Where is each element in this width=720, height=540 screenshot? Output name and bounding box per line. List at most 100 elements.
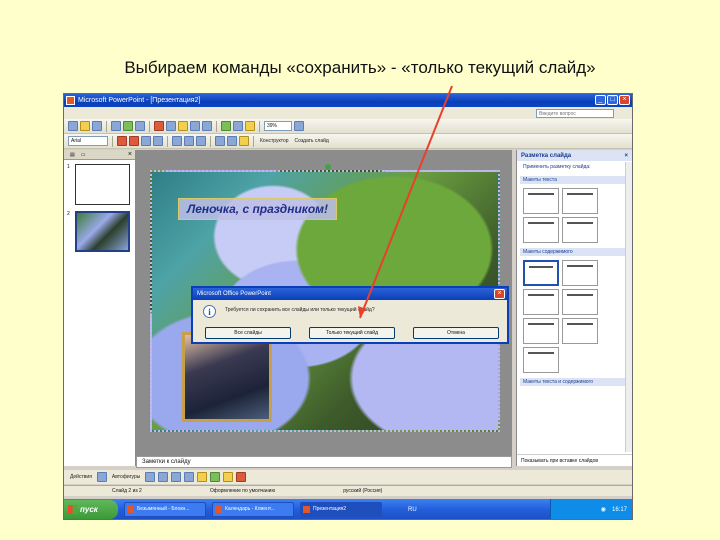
new-slide-button[interactable]: Создать слайд: [293, 138, 331, 144]
clipart-icon[interactable]: [210, 472, 221, 482]
notes-pane[interactable]: Заметки к слайду: [136, 456, 512, 468]
layout-thumbnail[interactable]: [562, 318, 598, 344]
rotate-handle[interactable]: [325, 164, 331, 170]
spelling-icon[interactable]: [135, 121, 145, 131]
preview-icon[interactable]: [123, 121, 133, 131]
image-icon[interactable]: [245, 121, 255, 131]
start-button[interactable]: пуск: [64, 500, 118, 519]
status-language: русский (Россия): [343, 488, 383, 494]
font-color-icon[interactable]: [239, 136, 249, 146]
taskbar-item[interactable]: Безымянный - Блокн...: [124, 502, 206, 517]
window-controls: _ □ ×: [595, 95, 630, 105]
task-pane-scrollbar[interactable]: [625, 162, 632, 452]
powerpoint-window: Microsoft PowerPoint - [Презентация2] _ …: [63, 93, 633, 520]
layout-thumbnail[interactable]: [562, 217, 598, 243]
layout-thumbnail[interactable]: [562, 260, 598, 286]
slide-number: 1: [67, 164, 70, 170]
close-icon[interactable]: ×: [619, 95, 630, 105]
designer-button[interactable]: Конструктор: [258, 138, 291, 144]
layout-thumbnail[interactable]: [523, 347, 559, 373]
actions-menu[interactable]: Действия: [68, 474, 94, 480]
task-pane: Разметка слайда × Применить разметку сла…: [516, 150, 632, 466]
layout-section-title: Макеты текста: [520, 176, 629, 184]
close-icon[interactable]: ×: [128, 151, 132, 158]
layout-thumbnail[interactable]: [523, 318, 559, 344]
language-indicator[interactable]: RU: [408, 507, 417, 513]
toolbar-separator: [112, 135, 113, 147]
help-icon[interactable]: [294, 121, 304, 131]
zoom-select[interactable]: 39%: [264, 121, 292, 131]
textbox-icon[interactable]: [197, 472, 208, 482]
align-right-icon[interactable]: [196, 136, 206, 146]
slide-thumbnail-2[interactable]: [75, 211, 130, 252]
help-search-input[interactable]: Введите вопрос: [536, 109, 614, 118]
print-icon[interactable]: [111, 121, 121, 131]
slide-photo[interactable]: [182, 332, 272, 422]
tab-slides[interactable]: ▭: [81, 152, 86, 158]
line-color-icon[interactable]: [236, 472, 247, 482]
page-title: Выбираем команды «сохранить» - «только т…: [124, 58, 596, 77]
task-pane-header: Разметка слайда ×: [517, 150, 632, 161]
rectangle-icon[interactable]: [171, 472, 182, 482]
italic-icon[interactable]: [129, 136, 139, 146]
close-icon[interactable]: ×: [494, 289, 505, 299]
redo-icon[interactable]: [202, 121, 212, 131]
font-select[interactable]: Arial: [68, 136, 108, 146]
tab-outline[interactable]: ▤: [70, 152, 75, 158]
save-icon[interactable]: [92, 121, 102, 131]
all-slides-button[interactable]: Все слайды: [205, 327, 291, 339]
oval-icon[interactable]: [184, 472, 195, 482]
taskbar-item[interactable]: Календарь - Клиент...: [212, 502, 294, 517]
clock: 16:17: [611, 506, 627, 513]
align-left-icon[interactable]: [172, 136, 182, 146]
standard-toolbar: 39%: [64, 119, 632, 134]
maximize-icon[interactable]: □: [607, 95, 618, 105]
autoshapes-menu[interactable]: Автофигуры: [110, 474, 142, 480]
status-bar: Слайд 2 из 2 Оформление по умолчанию рус…: [64, 485, 632, 496]
open-icon[interactable]: [80, 121, 90, 131]
bold-icon[interactable]: [117, 136, 127, 146]
slide-caption[interactable]: Леночка, с праздником!: [178, 198, 338, 220]
dialog-title: Microsoft Office PowerPoint: [197, 291, 271, 297]
table-icon[interactable]: [233, 121, 243, 131]
toolbar-separator: [259, 120, 260, 132]
taskbar-item-active[interactable]: Презентация2: [300, 502, 382, 517]
line-icon[interactable]: [145, 472, 156, 482]
paste-icon[interactable]: [178, 121, 188, 131]
windows-logo-icon: [68, 505, 77, 514]
slide-thumbnail-1[interactable]: [75, 164, 130, 205]
layout-thumbnail[interactable]: [523, 217, 559, 243]
arrow-icon[interactable]: [158, 472, 169, 482]
status-slide: Слайд 2 из 2: [112, 488, 142, 494]
cut-icon[interactable]: [154, 121, 164, 131]
layout-thumbnail[interactable]: [562, 188, 598, 214]
align-center-icon[interactable]: [184, 136, 194, 146]
window-titlebar: Microsoft PowerPoint - [Презентация2] _ …: [64, 94, 632, 107]
layout-thumbnail[interactable]: [523, 188, 559, 214]
numbering-icon[interactable]: [227, 136, 237, 146]
slide-number: 2: [67, 211, 70, 217]
show-on-insert-checkbox[interactable]: Показывать при вставке слайдов: [517, 454, 632, 466]
close-icon[interactable]: ×: [624, 153, 628, 159]
layout-thumbnail[interactable]: [523, 289, 559, 315]
layout-thumbnail[interactable]: [562, 289, 598, 315]
chart-icon[interactable]: [221, 121, 231, 131]
bullets-icon[interactable]: [215, 136, 225, 146]
slides-pane: ▤ ▭ × 1 2: [64, 150, 136, 466]
minimize-icon[interactable]: _: [595, 95, 606, 105]
drawing-toolbar: Действия Автофигуры: [64, 470, 632, 484]
tray-icon[interactable]: ◉: [601, 506, 606, 513]
fill-color-icon[interactable]: [223, 472, 234, 482]
layout-thumbnail[interactable]: [523, 260, 559, 286]
current-slide-button[interactable]: Только текущий слайд: [309, 327, 395, 339]
toolbar-separator: [106, 120, 107, 132]
shadow-icon[interactable]: [153, 136, 163, 146]
layout-section-title: Макеты текста и содержимого: [520, 378, 629, 386]
cancel-button[interactable]: Отмена: [413, 327, 499, 339]
underline-icon[interactable]: [141, 136, 151, 146]
new-icon[interactable]: [68, 121, 78, 131]
undo-icon[interactable]: [190, 121, 200, 131]
copy-icon[interactable]: [166, 121, 176, 131]
select-icon[interactable]: [96, 472, 107, 482]
toolbar-separator: [216, 120, 217, 132]
